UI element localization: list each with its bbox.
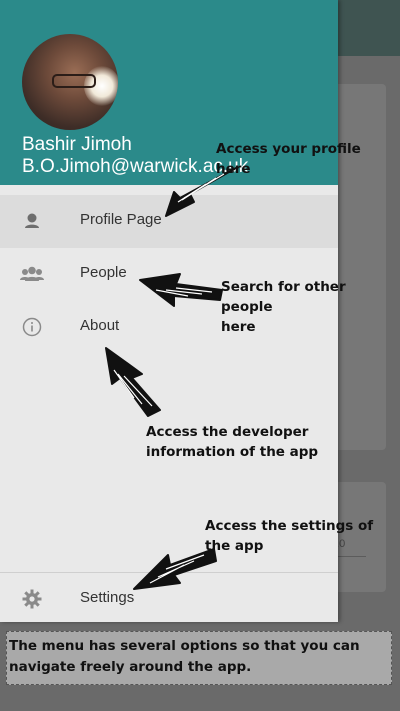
gear-icon [22, 589, 42, 609]
caption-box: The menu has several options so that you… [6, 631, 392, 685]
arrow-icon [105, 347, 161, 417]
arrow-icon [165, 167, 237, 217]
menu-item-label: Settings [80, 589, 135, 606]
info-icon [22, 317, 42, 337]
annotation-people: Search for other people here [221, 277, 400, 337]
arrow-icon [133, 548, 217, 590]
menu-item-label: People [80, 264, 127, 281]
annotation-about-line: information of the app [146, 444, 319, 460]
arrow-icon [139, 273, 223, 307]
avatar[interactable] [22, 34, 118, 130]
menu-item-label: About [80, 317, 120, 334]
annotation-settings-line: the app [205, 538, 264, 554]
menu-item-label: Profile Page [80, 211, 162, 228]
annotation-about-line: Access the developer [146, 424, 309, 440]
person-icon [25, 213, 39, 228]
annotation-people-line: here [221, 319, 256, 335]
annotation-profile: Access your profile here [216, 141, 361, 177]
people-icon [20, 266, 44, 281]
annotation-people-line: Search for other people [221, 279, 346, 315]
user-name: Bashir Jimoh [22, 134, 132, 155]
annotation-settings: Access the settings of the app [205, 516, 373, 556]
annotation-settings-line: Access the settings of [205, 518, 374, 534]
annotation-about: Access the developer information of the … [146, 422, 318, 462]
